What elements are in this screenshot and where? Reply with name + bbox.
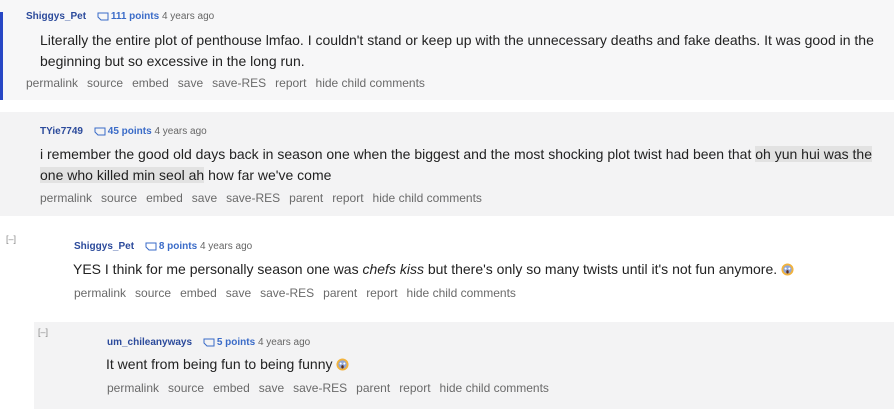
parent-button[interactable]: parent [323, 286, 357, 300]
hide-child-comments-button[interactable]: hide child comments [373, 191, 482, 205]
comment-thread-bar [0, 12, 3, 100]
embed-button[interactable]: embed [146, 191, 183, 205]
score-icon [97, 12, 109, 21]
collapse-toggle[interactable]: [–] [6, 234, 16, 244]
comment-buttons: permalink source embed save save-RES parent re… [74, 286, 525, 300]
timestamp: 4 years ago [154, 126, 207, 137]
tagline: Shiggys_Pet 8 points 4 years ago [74, 241, 252, 253]
comment-text-part: how far we've come [204, 167, 332, 183]
emphasized-text: chefs kiss [362, 261, 424, 277]
author-link[interactable]: TYie7749 [40, 126, 83, 137]
comment-buttons: permalink source embed save save-RES report hi… [26, 76, 434, 90]
save-res-button[interactable]: save-RES [212, 76, 266, 90]
permalink-button[interactable]: permalink [40, 191, 92, 205]
collapse-toggle[interactable]: [–] [38, 327, 48, 337]
score-icon [145, 242, 157, 251]
source-button[interactable]: source [101, 191, 137, 205]
comment-text-part: It went from being fun to being funny [106, 356, 333, 372]
comment-text: i remember the good old days back in sea… [40, 144, 885, 186]
hide-child-comments-button[interactable]: hide child comments [316, 76, 425, 90]
points: 5 points [216, 337, 256, 348]
report-button[interactable]: report [275, 76, 306, 90]
timestamp: 4 years ago [257, 337, 311, 348]
tagline: Shiggys_Pet 111 points 4 years ago [26, 11, 214, 23]
save-res-button[interactable]: save-RES [226, 191, 280, 205]
score-icon [203, 338, 215, 347]
save-res-button[interactable]: save-RES [260, 286, 314, 300]
timestamp: 4 years ago [161, 11, 215, 22]
comment-text: It went from being fun to being funny [106, 354, 806, 375]
author-link[interactable]: Shiggys_Pet [26, 11, 86, 22]
source-button[interactable]: source [135, 286, 171, 300]
save-res-button[interactable]: save-RES [293, 381, 347, 395]
source-button[interactable]: source [168, 381, 204, 395]
parent-button[interactable]: parent [356, 381, 390, 395]
permalink-button[interactable]: permalink [26, 76, 78, 90]
comment-text-part: i remember the good old days back in sea… [40, 146, 756, 162]
report-button[interactable]: report [332, 191, 363, 205]
embed-button[interactable]: embed [213, 381, 250, 395]
comment-1: Shiggys_Pet 111 points 4 years ago Liter… [0, 0, 894, 100]
tagline: TYie7749 45 points 4 years ago [40, 126, 207, 138]
screaming-face-icon [781, 263, 794, 276]
save-button[interactable]: save [259, 381, 284, 395]
points: 45 points [107, 126, 152, 137]
parent-button[interactable]: parent [289, 191, 323, 205]
embed-button[interactable]: embed [180, 286, 217, 300]
tagline: um_chileanyways 5 points 4 years ago [107, 337, 310, 349]
comment-text: YES I think for me personally season one… [73, 259, 873, 280]
report-button[interactable]: report [366, 286, 397, 300]
embed-button[interactable]: embed [132, 76, 169, 90]
permalink-button[interactable]: permalink [107, 381, 159, 395]
save-button[interactable]: save [226, 286, 251, 300]
source-button[interactable]: source [87, 76, 123, 90]
report-button[interactable]: report [399, 381, 430, 395]
save-button[interactable]: save [178, 76, 203, 90]
points: 111 points [110, 11, 160, 22]
comment-buttons: permalink source embed save save-RES parent re… [40, 191, 491, 205]
comment-text: Literally the entire plot of penthouse l… [40, 32, 874, 69]
comment-4: [–] um_chileanyways 5 points 4 years ago… [34, 322, 894, 409]
hide-child-comments-button[interactable]: hide child comments [440, 381, 549, 395]
author-link[interactable]: Shiggys_Pet [74, 241, 134, 252]
permalink-button[interactable]: permalink [74, 286, 126, 300]
comment-text-part: YES I think for me personally season one… [73, 261, 363, 277]
points: 8 points [158, 241, 198, 252]
author-link[interactable]: um_chileanyways [107, 337, 192, 348]
comment-buttons: permalink source embed save save-RES parent re… [107, 381, 558, 395]
score-icon [94, 127, 106, 136]
comment-2: TYie7749 45 points 4 years ago i remembe… [0, 112, 894, 216]
comment-text-part: but there's only so many twists until it… [423, 261, 778, 277]
timestamp: 4 years ago [199, 241, 253, 252]
screaming-face-icon [336, 358, 350, 371]
save-button[interactable]: save [192, 191, 217, 205]
hide-child-comments-button[interactable]: hide child comments [407, 286, 516, 300]
